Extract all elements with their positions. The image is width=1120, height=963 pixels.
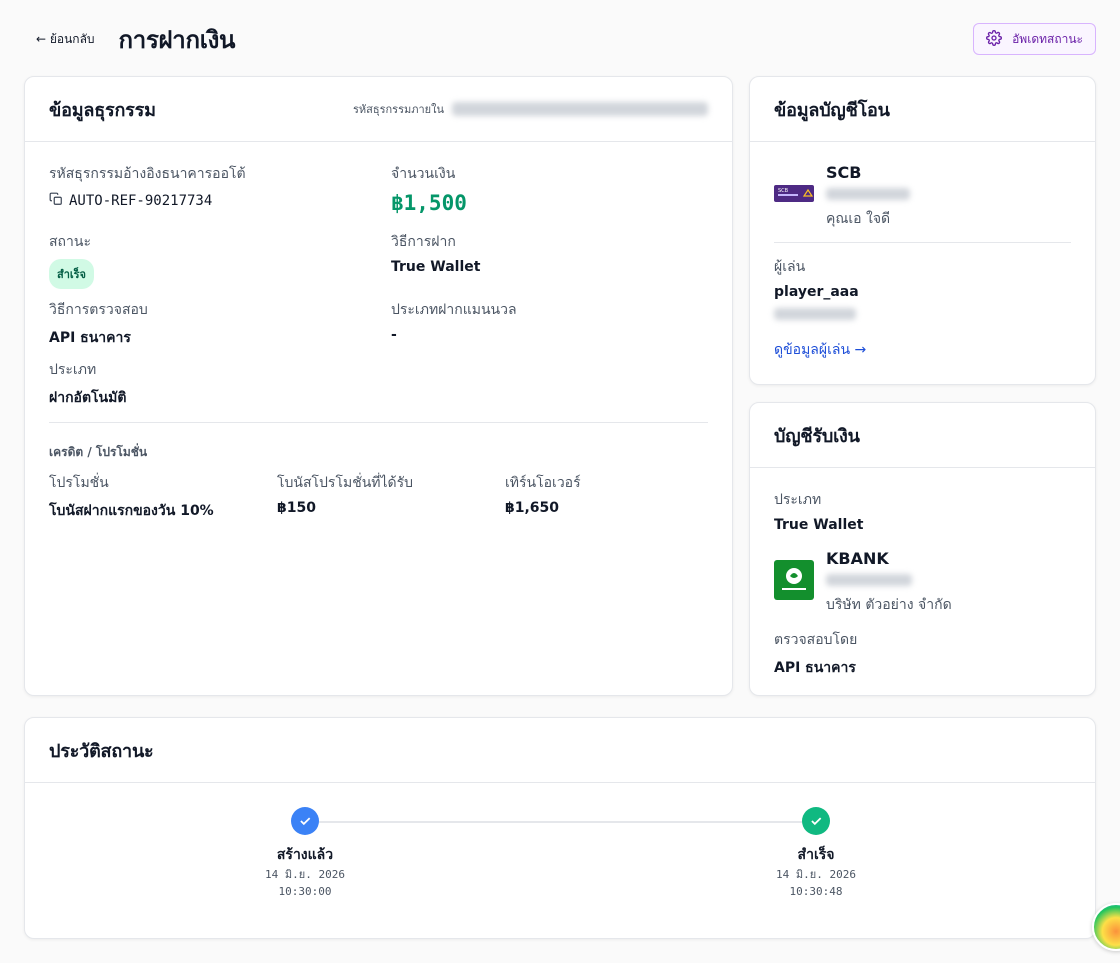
promo-label: โปรโมชั่น — [49, 475, 109, 491]
page-title: การฝากเงิน — [118, 25, 236, 54]
receive-account-number-redacted — [826, 574, 912, 586]
page-header: ← ย้อนกลับ การฝากเงิน อัพเดทสถานะ — [24, 18, 1096, 60]
step-success: สำเร็จ 14 มิ.ย. 2026 10:30:48 — [746, 844, 886, 900]
verify-method-value: API ธนาคาร — [49, 330, 131, 346]
manual-type-value: - — [391, 327, 397, 343]
receive-account-title: บัญชีรับเงิน — [774, 425, 860, 447]
step-success-date: 14 มิ.ย. 2026 — [776, 868, 856, 881]
manual-type-label: ประเภทฝากแมนนวล — [391, 302, 517, 318]
deposit-method-label: วิธีการฝาก — [391, 234, 456, 250]
deposit-method-value: True Wallet — [391, 259, 481, 275]
section-divider — [49, 422, 708, 423]
internal-id-redacted — [452, 102, 708, 116]
receive-account-card: บัญชีรับเงิน ประเภท True Wallet KBANK บร… — [749, 402, 1096, 696]
status-badge: สำเร็จ — [49, 259, 95, 289]
transaction-card: ข้อมูลธุรกรรม รหัสธุรกรรมภายใน รหัสธุรกร… — [24, 76, 733, 696]
transfer-divider — [774, 242, 1071, 243]
transfer-account-title: ข้อมูลบัญชีโอน — [774, 99, 890, 121]
scb-logo: SCB — [774, 185, 814, 202]
bonus-label: โบนัสโปรโมชั่นที่ได้รับ — [277, 475, 414, 491]
type-label: ประเภท — [49, 362, 97, 378]
update-status-button[interactable]: อัพเดทสถานะ — [973, 23, 1096, 55]
verified-by-value: API ธนาคาร — [774, 660, 856, 676]
gear-icon — [986, 29, 1003, 49]
verified-by-label: ตรวจสอบโดย — [774, 632, 858, 648]
internal-id-label: รหัสธุรกรรมภายใน — [353, 103, 444, 116]
update-status-label: อัพเดทสถานะ — [1012, 31, 1083, 46]
transfer-bank-code: SCB — [826, 163, 862, 182]
player-phone-redacted — [774, 308, 856, 320]
promo-value: โบนัสฝากแรกของวัน 10% — [49, 503, 214, 519]
receive-type-value: True Wallet — [774, 517, 864, 533]
turnover-value: ฿1,650 — [505, 500, 560, 516]
step-created-label: สร้างแล้ว — [276, 847, 334, 863]
type-value: ฝากอัตโนมัติ — [49, 390, 127, 406]
step-created-time: 10:30:00 — [278, 885, 332, 898]
turnover-label: เทิร์นโอเวอร์ — [505, 475, 581, 491]
view-player-link[interactable]: ดูข้อมูลผู้เล่น → — [774, 342, 866, 358]
status-history-card: ประวัติสถานะ — [24, 717, 1096, 939]
credit-section-label: เครดิต / โปรโมชั่น — [49, 445, 148, 459]
bonus-value: ฿150 — [277, 500, 316, 516]
floating-avatar[interactable] — [1092, 903, 1120, 951]
transfer-account-number-redacted — [826, 188, 910, 200]
player-label: ผู้เล่น — [774, 259, 806, 275]
status-label: สถานะ — [49, 234, 91, 250]
status-history-title: ประวัติสถานะ — [49, 740, 154, 762]
player-value: player_aaa — [774, 284, 859, 300]
receive-account-name: บริษัท ตัวอย่าง จำกัด — [826, 597, 952, 613]
step-success-time: 10:30:48 — [789, 885, 843, 898]
internal-id: รหัสธุรกรรมภายใน — [353, 100, 708, 118]
step-created-date: 14 มิ.ย. 2026 — [265, 868, 345, 881]
transfer-account-card: ข้อมูลบัญชีโอน SCB SCB คุณเอ ใจดี ผู้เล่… — [749, 76, 1096, 385]
back-link[interactable]: ← ย้อนกลับ — [36, 30, 95, 49]
amount-label: จำนวนเงิน — [391, 166, 456, 182]
transaction-card-title: ข้อมูลธุรกรรม — [49, 99, 156, 121]
step-success-check-icon — [802, 807, 830, 835]
receive-bank-code: KBANK — [826, 549, 889, 568]
transfer-account-name: คุณเอ ใจดี — [826, 211, 891, 227]
timeline-connector — [305, 821, 816, 823]
receive-type-label: ประเภท — [774, 492, 822, 508]
step-success-label: สำเร็จ — [797, 847, 835, 863]
verify-method-label: วิธีการตรวจสอบ — [49, 302, 148, 318]
amount-value: ฿1,500 — [391, 191, 467, 215]
auto-ref-label: รหัสธุรกรรมอ้างอิงธนาคารออโต้ — [49, 166, 246, 182]
step-created: สร้างแล้ว 14 มิ.ย. 2026 10:30:00 — [235, 844, 375, 900]
copy-icon[interactable] — [49, 191, 63, 210]
auto-ref-value: AUTO-REF-90217734 — [69, 192, 213, 209]
kbank-logo — [774, 560, 814, 600]
step-created-check-icon — [291, 807, 319, 835]
svg-text:SCB: SCB — [778, 188, 789, 194]
